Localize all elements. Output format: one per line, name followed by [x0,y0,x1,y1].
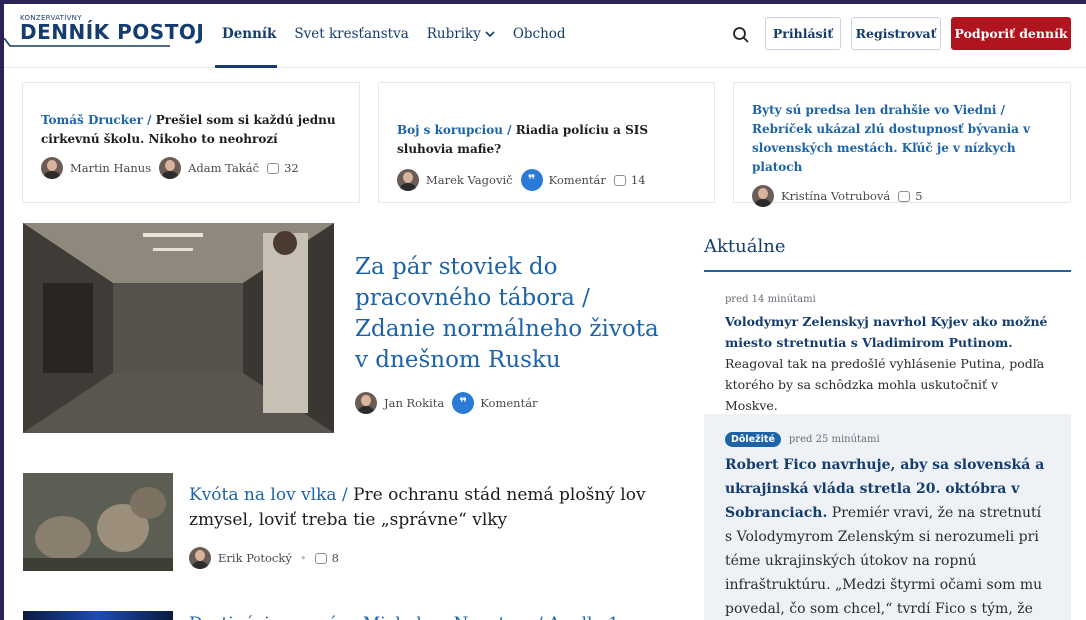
sidebar-heading[interactable]: Aktuálne [704,236,785,257]
page: KONZERVATÍVNY DENNÍK POSTOJ Denník Svet … [4,4,1086,620]
top-card[interactable]: Byty sú predsa len drahšie vo Viedni / R… [733,82,1071,207]
comment-icon [898,190,911,202]
card-meta: Marek Vagovič ❞ Komentár 14 [397,169,698,191]
news-time: pred 14 minútami [725,294,816,305]
avatar [189,547,211,569]
news-text[interactable]: Volodymyr Zelenskyj navrhol Kyjev ako mo… [725,311,1051,416]
comment-icon [314,552,327,564]
author-name[interactable]: Martin Hanus [70,161,151,175]
news-body: Premiér vravi, že na stretnutí s Volodym… [725,505,1043,617]
card-kicker: Boj s korupciou / [397,123,516,137]
main-article-image[interactable] [23,223,334,433]
site-header: KONZERVATÍVNY DENNÍK POSTOJ Denník Svet … [4,4,1086,68]
sidebar-heading-rule [704,270,1071,272]
comment-count[interactable]: 14 [631,173,646,187]
card-headline: Rebríček ukázal zlú dostupnosť bývania v… [752,122,1031,174]
author-name[interactable]: Adam Takáč [188,161,259,175]
comment-count[interactable]: 32 [284,161,299,175]
author-name[interactable]: Jan Rokita [384,396,444,410]
nav-item-obchod[interactable]: Obchod [513,26,566,42]
comment-icon [613,174,626,186]
author-name[interactable]: Kristína Votrubová [781,189,890,203]
nav-item-dennik[interactable]: Denník [222,26,276,42]
article-tag: Komentár [548,173,606,187]
news-text[interactable]: Robert Fico navrhuje, aby sa slovenská a… [725,453,1051,620]
important-badge: Dôležité [725,432,781,447]
comment-count[interactable]: 5 [915,189,922,203]
main-article-meta: Jan Rokita ❞ Komentár [355,392,538,414]
article-meta: Erik Potocký • 8 [189,547,339,569]
main-article-title[interactable]: Za pár stoviek do pracovného tábora / Zd… [355,252,665,376]
nav-item-svet-krestanstva[interactable]: Svet kresťanstva [294,26,408,42]
card-title[interactable]: Byty sú predsa len drahšie vo Viedni / R… [752,101,1054,177]
comment-icon [267,162,280,174]
news-item[interactable]: Dôležité pred 25 minútami Robert Fico na… [704,414,1071,620]
avatar [159,157,182,179]
card-meta: Kristína Votrubová 5 [752,185,1054,207]
register-button[interactable]: Registrovať [851,17,941,50]
separator-dot: • [299,551,307,565]
article-image[interactable] [23,473,173,571]
news-headline: Volodymyr Zelenskyj navrhol Kyjev ako mo… [725,314,1048,350]
subway-photo [23,223,334,433]
avatar [355,392,377,414]
nav-active-indicator [215,65,277,68]
search-icon[interactable] [732,26,750,44]
top-card[interactable]: Boj s korupciou / Riadia políciu a SIS s… [378,82,715,203]
author-name[interactable]: Marek Vagovič [426,173,513,187]
comment-count[interactable]: 8 [332,551,339,565]
article-title[interactable]: Destinácia vesmír s Michalom Novotom / A… [189,612,659,620]
main-nav: Denník Svet kresťanstva Rubriky Obchod [222,26,584,42]
article-title[interactable]: Kvóta na lov vlka / Pre ochranu stád nem… [189,483,659,533]
chevron-down-icon [485,31,495,38]
wolves-photo [23,473,173,571]
article-kicker: Kvóta na lov vlka / [189,485,354,505]
news-body: Reagoval tak na predošlé vyhlásenie Puti… [725,356,1045,413]
login-button[interactable]: Prihlásiť [765,17,841,50]
avatar [752,185,774,207]
quote-icon: ❞ [452,392,475,414]
author-name[interactable]: Erik Potocký [218,551,292,565]
avatar [397,169,419,191]
nav-item-rubriky[interactable]: Rubriky [427,26,495,42]
article-tag: Komentár [480,396,538,410]
article-image[interactable] [23,611,173,620]
card-title[interactable]: Tomáš Drucker / Prešiel som si každú jed… [41,111,343,149]
avatar [41,157,63,179]
news-item[interactable]: pred 14 minútami Volodymyr Zelenskyj nav… [704,274,1071,414]
card-kicker: Byty sú predsa len drahšie vo Viedni / [752,103,1006,117]
top-card[interactable]: Tomáš Drucker / Prešiel som si každú jed… [22,82,360,203]
logo-underline [4,38,170,47]
card-meta: Martin Hanus Adam Takáč 32 [41,157,343,179]
support-button[interactable]: Podporiť denník [951,17,1071,50]
news-time: pred 25 minútami [788,434,880,445]
news-time-row: Dôležité pred 25 minútami [725,432,1051,447]
card-kicker: Tomáš Drucker / [41,113,156,127]
quote-icon: ❞ [520,169,543,191]
card-title[interactable]: Boj s korupciou / Riadia políciu a SIS s… [397,121,698,159]
